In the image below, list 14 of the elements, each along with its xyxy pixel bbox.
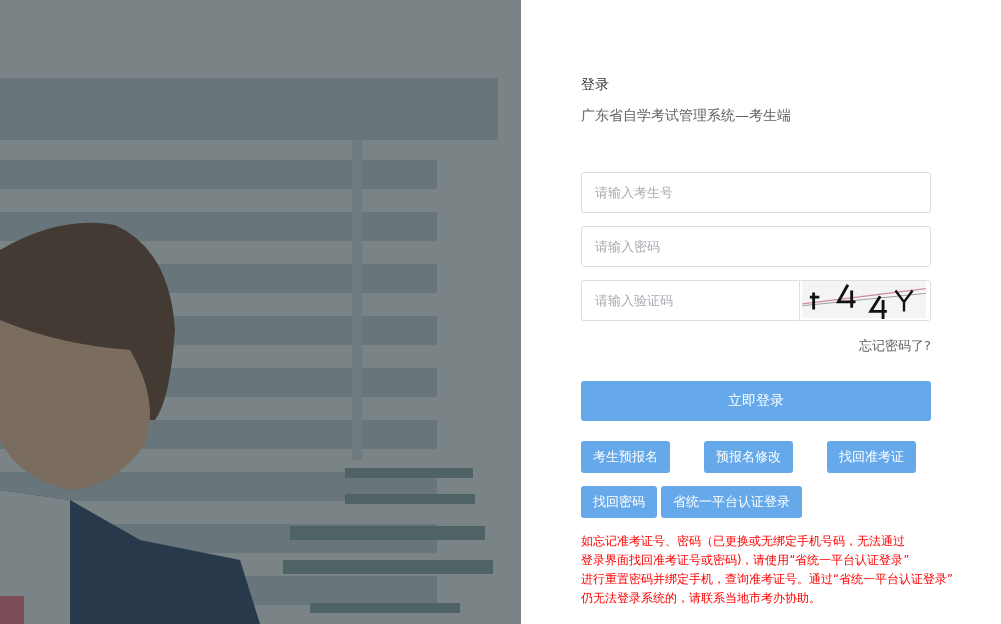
action-button[interactable]: 找回准考证: [827, 441, 916, 473]
login-button[interactable]: 立即登录: [581, 381, 931, 421]
system-subtitle: 广东省自学考试管理系统—考生端: [581, 107, 792, 125]
captcha-image[interactable]: [799, 280, 931, 321]
action-button[interactable]: 找回密码: [581, 486, 657, 518]
forgot-password-link[interactable]: 忘记密码了?: [859, 337, 931, 355]
action-button[interactable]: 考生预报名: [581, 441, 670, 473]
notice-text: 如忘记准考证号、密码（已更换或无绑定手机号码，无法通过 登录界面找回准考证号或密码)，请使用“省统一平台认证登录” 进行重置密码并绑定手机，查询准考证号。通过“省统一平台认证登录” 仍无法登录系统的，请联系当地市考办协助。: [581, 533, 954, 607]
password-input-field[interactable]: 请输入密码: [581, 226, 931, 267]
action-button[interactable]: 省统一平台认证登录: [661, 486, 802, 518]
login-title: 登录: [581, 76, 610, 94]
action-button[interactable]: 预报名修改: [704, 441, 793, 473]
candidate-number-input-field[interactable]: 请输入考生号: [581, 172, 931, 213]
captcha-input-field[interactable]: 请输入验证码: [581, 280, 799, 321]
